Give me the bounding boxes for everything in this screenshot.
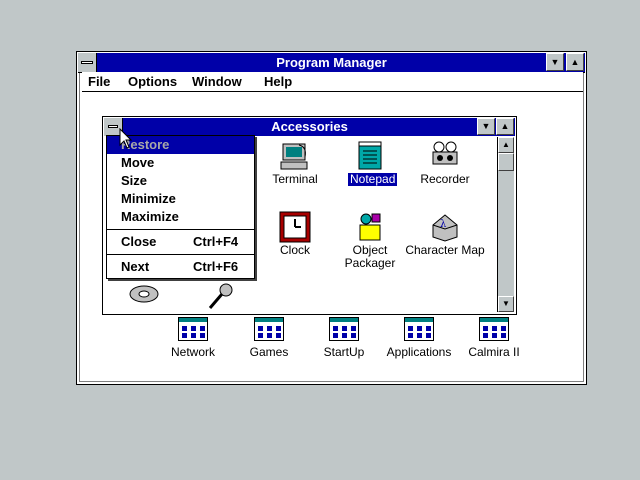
menu-file[interactable]: File: [88, 73, 110, 90]
menu-window[interactable]: Window: [192, 73, 242, 90]
icon-label-object-packager: Object Packager: [344, 243, 396, 270]
program-manager-title: Program Manager: [276, 55, 387, 70]
menu-item-minimize-label: Minimize: [121, 191, 176, 206]
group-label-startup: StartUp: [323, 345, 365, 359]
menu-item-minimize[interactable]: Minimize: [107, 190, 254, 208]
group-label-applications: Applications: [386, 345, 452, 359]
pm-minimize-button[interactable]: ▼: [546, 53, 564, 71]
group-label-network: Network: [170, 345, 215, 359]
svg-text:λ: λ: [440, 219, 447, 230]
acc-maximize-button[interactable]: ▲: [496, 118, 514, 135]
menu-item-close-shortcut: Ctrl+F4: [193, 234, 239, 249]
menu-item-move[interactable]: Move: [107, 154, 254, 172]
icon-label-clock: Clock: [279, 243, 310, 257]
network-group-icon[interactable]: [178, 317, 208, 341]
pm-control-menu-box[interactable]: [78, 53, 97, 72]
group-label-games: Games: [249, 345, 289, 359]
menu-item-close-label: Close: [121, 234, 157, 249]
scroll-up-arrow-icon[interactable]: ▲: [498, 137, 514, 153]
control-menu-icon: [81, 61, 93, 64]
menu-item-maximize[interactable]: Maximize: [107, 208, 254, 226]
character-map-icon[interactable]: λ: [429, 211, 461, 243]
menu-item-size[interactable]: Size: [107, 172, 254, 190]
sound-recorder-icon[interactable]: [204, 282, 236, 312]
control-menu-icon: [108, 125, 118, 128]
menu-separator: [107, 254, 254, 255]
accessories-title: Accessories: [271, 119, 348, 134]
games-group-icon[interactable]: [254, 317, 284, 341]
menu-options[interactable]: Options: [128, 73, 177, 90]
menu-item-next-label: Next: [121, 259, 150, 274]
menu-separator: [107, 229, 254, 230]
scroll-thumb[interactable]: [498, 153, 514, 171]
menu-item-maximize-label: Maximize: [121, 209, 179, 224]
icon-label-recorder: Recorder: [420, 172, 470, 186]
pm-maximize-button[interactable]: ▲: [566, 53, 584, 71]
terminal-icon[interactable]: [279, 140, 311, 172]
applications-group-icon[interactable]: [404, 317, 434, 341]
acc-minimize-button[interactable]: ▼: [477, 118, 495, 135]
menu-item-size-label: Size: [121, 173, 148, 188]
icon-label-terminal: Terminal: [272, 172, 318, 186]
menu-help[interactable]: Help: [264, 73, 292, 90]
menu-item-next[interactable]: Next Ctrl+F6: [107, 258, 254, 276]
recorder-icon[interactable]: [429, 140, 461, 172]
clock-icon[interactable]: [279, 211, 311, 243]
calmira-group-icon[interactable]: [479, 317, 509, 341]
media-player-icon[interactable]: [128, 284, 160, 312]
startup-group-icon[interactable]: [329, 317, 359, 341]
group-label-calmira: Calmira II: [468, 345, 520, 359]
menu-item-next-shortcut: Ctrl+F6: [193, 259, 239, 274]
menu-item-close[interactable]: Close Ctrl+F4: [107, 233, 254, 251]
icon-label-notepad: Notepad: [348, 172, 398, 186]
mouse-cursor-icon: [119, 127, 133, 150]
notepad-icon[interactable]: [354, 140, 386, 172]
object-packager-icon[interactable]: [354, 211, 386, 243]
scroll-down-arrow-icon[interactable]: ▼: [498, 296, 514, 312]
menu-item-move-label: Move: [121, 155, 155, 170]
icon-label-character-map: Character Map: [405, 243, 485, 257]
